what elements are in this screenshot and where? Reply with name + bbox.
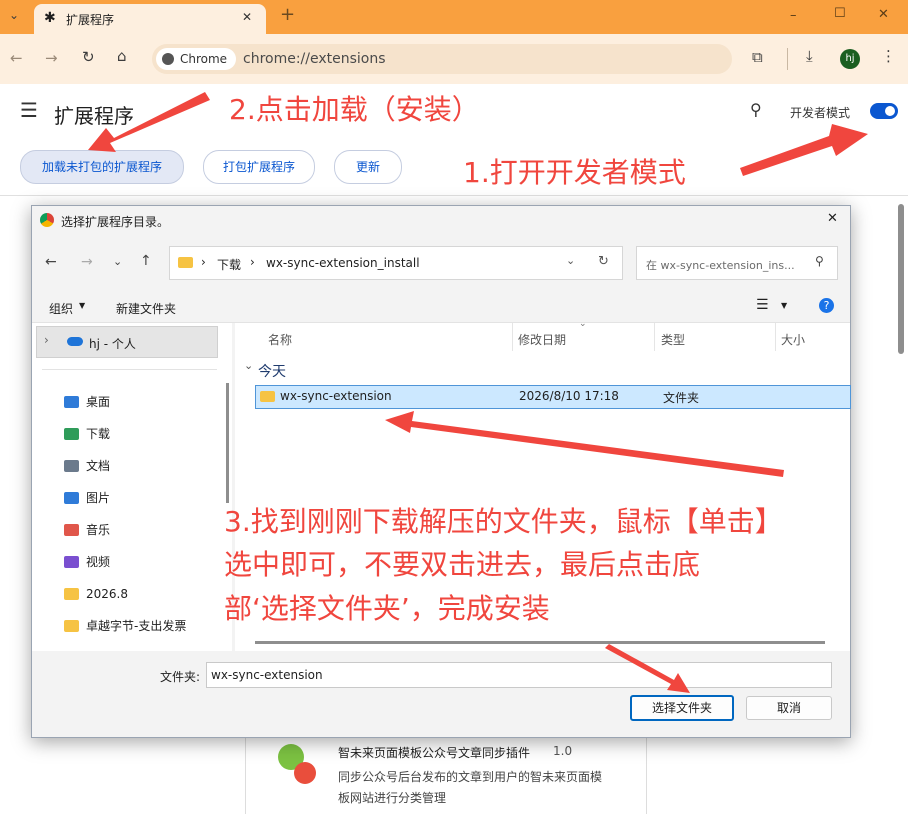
arrow-to-select-button [605,644,690,693]
arrow-to-folder-row [385,411,784,477]
annotation-step3-line2: 选中即可，不要双击进去，最后点击底 [224,548,701,581]
arrow-to-load-button [88,92,210,152]
annotation-step3-line1: 3.找到刚刚下载解压的文件夹，鼠标【单击】 [224,505,783,538]
annotation-step2: 2.点击加载（安装） [229,93,480,126]
arrow-to-dev-toggle [740,124,868,176]
annotation-step3-line3: 部‘选择文件夹’，完成安装 [224,592,550,625]
annotation-step1: 1.打开开发者模式 [463,156,686,189]
